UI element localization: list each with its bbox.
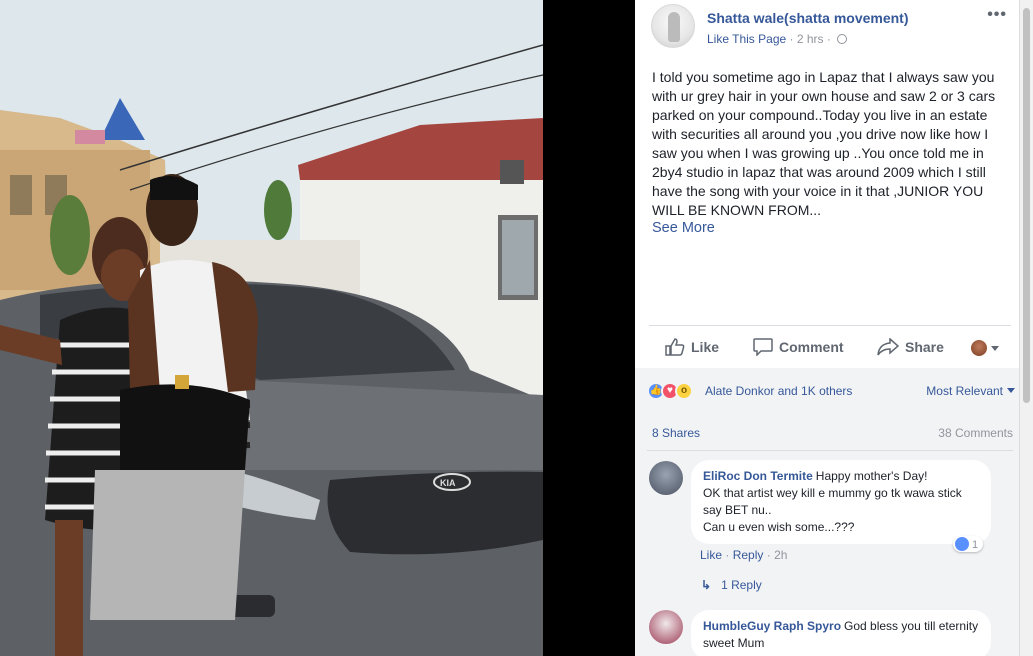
post-body-text: I told you sometime ago in Lapaz that I … [652,69,996,218]
like-page-link[interactable]: Like This Page [707,32,786,46]
separator: · [725,548,730,562]
sort-label: Most Relevant [926,384,1003,398]
share-arrow-icon [877,337,900,359]
comment-avatar[interactable] [649,461,683,495]
scrollbar-thumb[interactable] [1023,8,1030,403]
comment-reaction-count[interactable]: 1 [953,536,984,552]
comment-bubble: HumbleGuy Raph Spyro God bless you till e… [691,610,991,656]
post-header: Shatta wale(shatta movement) Like This P… [651,4,1009,48]
comment-reply-link[interactable]: Reply [733,548,764,562]
replies-label: 1 Reply [721,578,762,592]
like-reaction-icon [955,537,969,551]
globe-icon [837,34,848,44]
comment-button[interactable]: Comment [753,338,844,359]
wow-reaction-icon: o [675,382,693,400]
meta-separator: · [789,32,794,46]
like-label: Like [691,339,720,355]
comment-bubble: EliRoc Don Termite Happy mother's Day! OK… [691,460,991,544]
like-button[interactable]: Like [665,338,719,359]
action-bar: Like Comment Share [649,330,1011,366]
view-replies-link[interactable]: ↳ 1 Reply [701,578,762,592]
comment-like-link[interactable]: Like [700,548,722,562]
more-options-icon[interactable]: ••• [987,6,1007,24]
scrollbar[interactable] [1019,0,1033,656]
divider [647,450,1013,451]
reactors-link[interactable]: Alate Donkor and 1K others [705,384,852,398]
photo-illustration: KIA [0,0,543,656]
comment-label: Comment [779,339,844,355]
post-photo[interactable]: KIA [0,0,543,656]
chevron-down-icon [1007,388,1015,393]
comment-actions: Like · Reply · 2h [700,548,787,562]
post-time[interactable]: 2 hrs [797,32,824,46]
shares-link[interactable]: 8 Shares [652,426,700,440]
thumbs-up-icon [665,338,685,359]
viewer-gap [543,0,635,656]
comment-text: Happy mother's Day! [815,469,928,483]
comment-author[interactable]: EliRoc Don Termite [703,469,813,483]
comment-avatar[interactable] [649,610,683,644]
user-avatar [971,340,987,356]
share-label: Share [905,339,944,355]
page-name-link[interactable]: Shatta wale(shatta movement) [707,10,909,26]
chevron-down-icon [991,346,999,351]
feedback-section: 👍 ♥ o Alate Donkor and 1K others Most Re… [635,368,1019,656]
comments-count-link[interactable]: 38 Comments [938,426,1013,440]
share-button[interactable]: Share [877,337,944,359]
audience-picker[interactable] [971,340,999,356]
post-meta: Like This Page · 2 hrs · [707,32,848,46]
reaction-count: 1 [972,539,979,551]
comment-text-2: OK that artist wey kill e mummy go tk wa… [703,486,962,517]
page-avatar[interactable] [651,4,695,48]
speech-bubble-icon [753,338,773,359]
meta-separator-2: · [826,32,831,46]
svg-text:KIA: KIA [440,478,456,488]
comment-sort-dropdown[interactable]: Most Relevant [926,384,1015,398]
see-more-link[interactable]: See More [652,220,715,236]
comment-author[interactable]: HumbleGuy Raph Spyro [703,619,841,633]
reply-arrow-icon: ↳ [701,578,712,592]
post-panel: Shatta wale(shatta movement) Like This P… [635,0,1019,656]
comment-time[interactable]: 2h [774,548,787,562]
separator: · [766,548,771,562]
comment-text-3: Can u even wish some...??? [703,520,855,534]
divider [649,325,1011,326]
